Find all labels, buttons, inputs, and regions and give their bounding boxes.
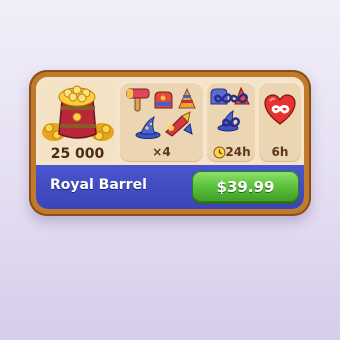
infinite-boosters-panel: 24h xyxy=(207,82,255,162)
boosters-count: ×4 xyxy=(152,145,171,159)
coin-barrel-icon xyxy=(42,85,114,141)
infinite-boosters-icon xyxy=(210,86,250,132)
offer-name: Royal Barrel xyxy=(50,177,147,193)
offer-card-inner: 25 000 ×4 24h 6h Royal Barrel $39.99 xyxy=(36,77,304,209)
glove-icon xyxy=(154,91,173,109)
boosters-panel: ×4 xyxy=(120,82,203,162)
coins-panel: 25 000 xyxy=(40,82,115,162)
offer-card: 25 000 ×4 24h 6h Royal Barrel $39.99 xyxy=(29,70,311,216)
rocket-icon xyxy=(165,111,193,137)
infinite-boosters-duration: 24h xyxy=(225,145,251,159)
heart-icon xyxy=(264,94,296,125)
offer-footer: Royal Barrel $39.99 xyxy=(36,165,304,209)
infinite-lives-duration: 6h xyxy=(271,145,289,159)
hammer-icon xyxy=(126,88,150,112)
infinite-lives-panel: 6h xyxy=(259,82,301,162)
coins-amount: 25 000 xyxy=(50,146,105,162)
buy-button[interactable]: $39.99 xyxy=(192,171,299,202)
offer-contents: 25 000 ×4 24h 6h xyxy=(36,77,304,165)
wizard-hat-icon xyxy=(135,115,161,139)
bomb-stack-icon xyxy=(178,87,196,109)
